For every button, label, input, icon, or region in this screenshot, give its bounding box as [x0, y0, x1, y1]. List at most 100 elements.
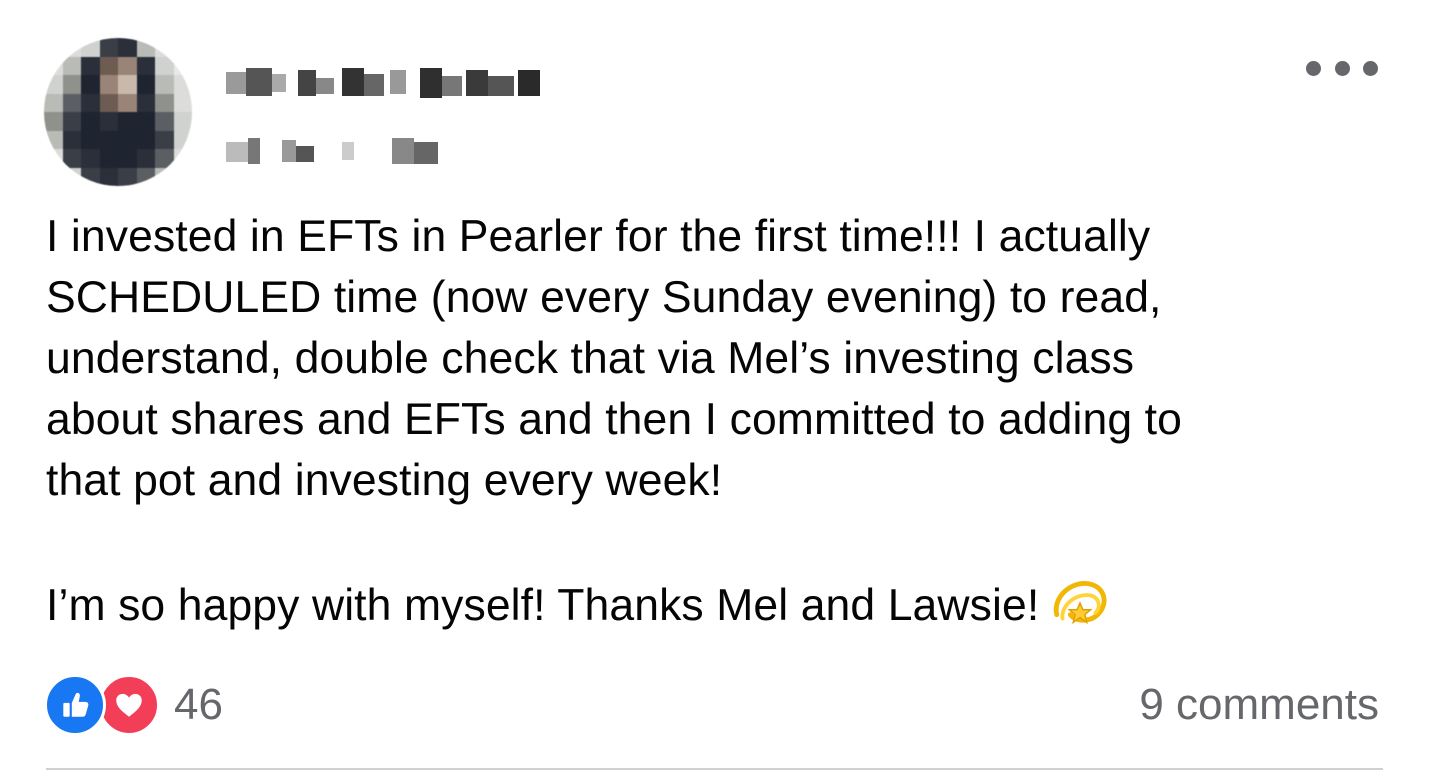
like-icon: [44, 674, 106, 736]
avatar-pixel: [62, 112, 81, 131]
avatar-pixel: [173, 112, 192, 131]
avatar-pixel: [62, 167, 81, 186]
avatar-pixel: [81, 75, 100, 94]
avatar-pixel: [81, 112, 100, 131]
avatar-pixel: [81, 130, 100, 149]
redaction-block: [272, 74, 286, 92]
avatar-pixel: [173, 93, 192, 112]
redaction-block: [282, 140, 296, 162]
avatar-pixel: [99, 112, 118, 131]
redaction-block: [392, 138, 414, 164]
avatar-pixel: [118, 38, 137, 57]
redaction-block: [488, 76, 514, 96]
author-name-blurred[interactable]: [226, 66, 546, 104]
dizzy-emoji-icon: [1049, 572, 1111, 634]
avatar-pixel: [155, 38, 174, 57]
avatar-pixel: [81, 149, 100, 168]
avatar-pixel: [99, 56, 118, 75]
more-options-button[interactable]: [1306, 54, 1378, 82]
avatar-pixel: [81, 38, 100, 57]
avatar-pixel: [155, 75, 174, 94]
avatar-pixel: [44, 167, 63, 186]
avatar-pixel: [136, 38, 155, 57]
avatar-pixel: [99, 75, 118, 94]
redaction-block: [248, 138, 260, 164]
avatar-pixel: [44, 75, 63, 94]
redaction-block: [518, 70, 540, 96]
redaction-block: [364, 74, 384, 96]
avatar-pixel: [99, 93, 118, 112]
avatar-pixel: [155, 56, 174, 75]
redaction-block: [226, 142, 248, 162]
avatar-pixel: [173, 75, 192, 94]
redaction-block: [342, 142, 354, 160]
avatar-pixel: [81, 93, 100, 112]
avatar-pixel: [118, 75, 137, 94]
avatar-pixel: [118, 112, 137, 131]
redaction-block: [414, 142, 438, 164]
post-paragraph: I invested in EFTs in Pearler for the fi…: [46, 212, 1182, 505]
divider: [46, 768, 1383, 770]
post-card: I invested in EFTs in Pearler for the fi…: [0, 0, 1429, 772]
post-paragraph: I’m so happy with myself! Thanks Mel and…: [46, 572, 1386, 636]
avatar-pixel: [155, 112, 174, 131]
avatar-pixel: [173, 167, 192, 186]
redaction-block: [342, 68, 364, 96]
avatar-pixel: [99, 130, 118, 149]
redaction-block: [296, 146, 314, 162]
dot-icon: [1363, 60, 1378, 76]
avatar-pixel: [62, 75, 81, 94]
avatar-pixel: [155, 167, 174, 186]
avatar-pixel: [44, 93, 63, 112]
avatar-pixel: [62, 93, 81, 112]
avatar-pixel: [44, 56, 63, 75]
redaction-block: [226, 72, 248, 94]
post-paragraph-text: I’m so happy with myself! Thanks Mel and…: [46, 581, 1040, 630]
dot-icon: [1334, 60, 1350, 76]
avatar-pixel: [81, 56, 100, 75]
avatar-pixel: [136, 130, 155, 149]
avatar-pixel: [118, 149, 137, 168]
avatar-pixel: [173, 56, 192, 75]
avatar-pixel: [136, 56, 155, 75]
redaction-block: [316, 78, 334, 94]
post-body: I invested in EFTs in Pearler for the fi…: [46, 206, 1386, 636]
redaction-block: [298, 70, 316, 96]
avatar-pixel: [99, 167, 118, 186]
redaction-block: [466, 70, 488, 96]
avatar-pixel: [62, 38, 81, 57]
dot-icon: [1306, 60, 1321, 76]
comments-count-link[interactable]: 9 comments: [1139, 674, 1379, 736]
avatar-pixel: [155, 130, 174, 149]
post-meta-blurred[interactable]: [226, 134, 446, 172]
avatar-pixel: [136, 149, 155, 168]
avatar-pixel: [136, 93, 155, 112]
avatar-pixel: [62, 56, 81, 75]
avatar-pixel: [44, 149, 63, 168]
reaction-count: 46: [174, 680, 223, 729]
avatar-pixel: [118, 167, 137, 186]
avatar-pixel: [136, 75, 155, 94]
avatar-pixel: [44, 38, 63, 57]
avatar-pixel: [173, 149, 192, 168]
avatar-pixel: [81, 167, 100, 186]
redaction-block: [246, 68, 272, 96]
avatar-pixel: [118, 56, 137, 75]
redaction-block: [420, 68, 442, 98]
avatar-pixel: [136, 112, 155, 131]
avatar-pixel: [118, 130, 137, 149]
avatar-pixel: [62, 149, 81, 168]
avatar-pixel: [136, 167, 155, 186]
avatar[interactable]: [44, 38, 192, 186]
avatar-pixels: [44, 38, 192, 186]
avatar-pixel: [173, 130, 192, 149]
avatar-pixel: [44, 130, 63, 149]
redaction-block: [390, 70, 406, 94]
avatar-pixel: [118, 93, 137, 112]
love-icon: [98, 674, 160, 736]
avatar-pixel: [62, 130, 81, 149]
reactions-summary[interactable]: 46: [44, 674, 223, 736]
avatar-pixel: [173, 38, 192, 57]
avatar-pixel: [155, 149, 174, 168]
avatar-pixel: [44, 112, 63, 131]
